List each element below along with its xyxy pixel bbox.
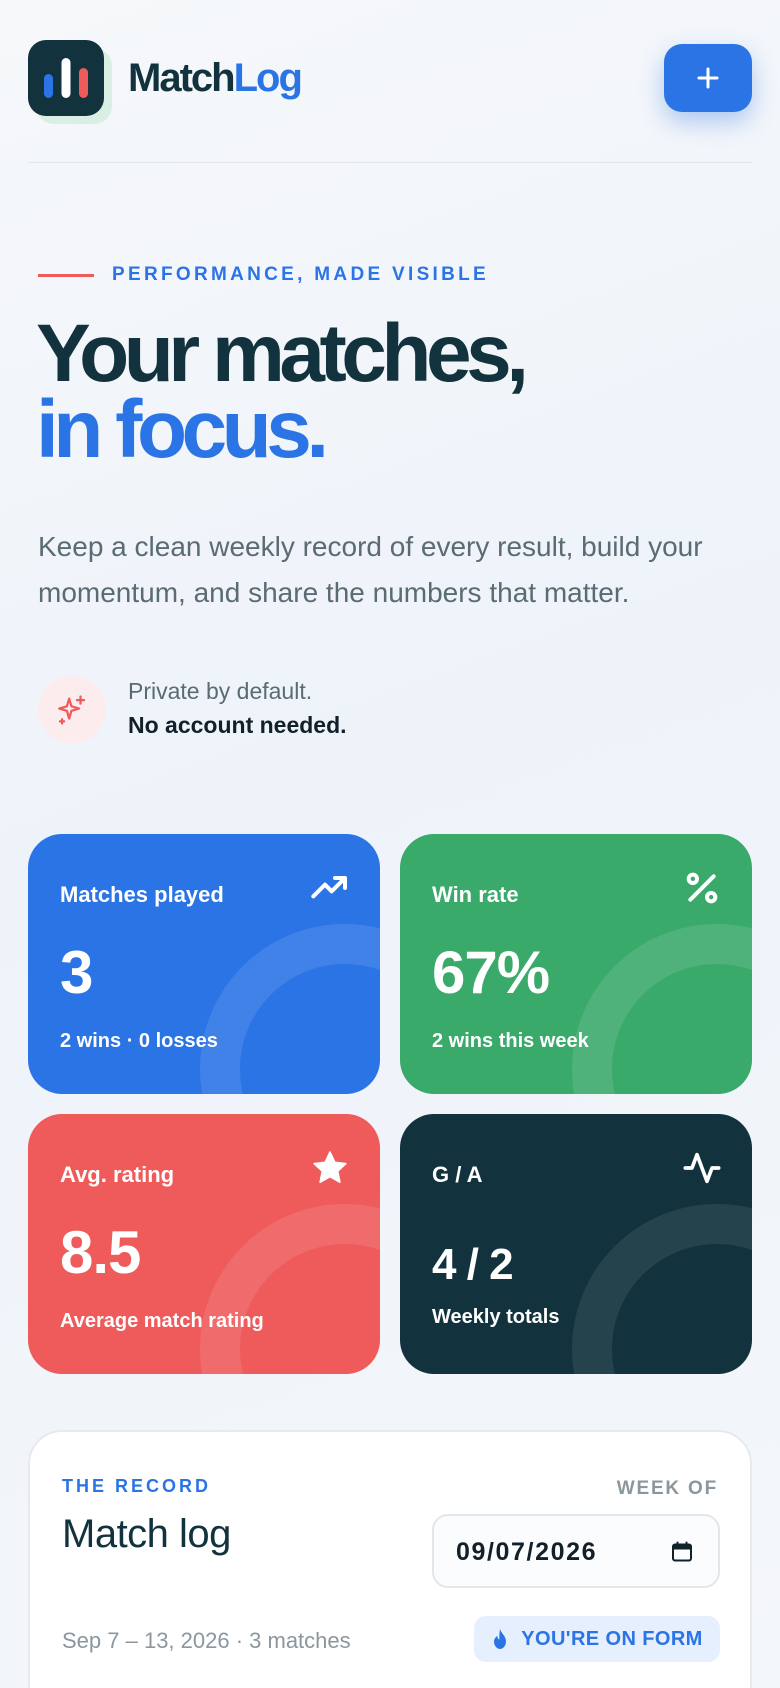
stat-label: Matches played bbox=[60, 882, 224, 907]
sparkles-icon bbox=[58, 695, 86, 725]
eyebrow-line bbox=[38, 273, 94, 277]
bar-chart-icon bbox=[44, 58, 88, 98]
week-label: WEEK OF bbox=[616, 1478, 718, 1499]
privacy-note: Private by default. No account needed. bbox=[38, 676, 638, 748]
stat-label: Win rate bbox=[432, 882, 519, 907]
match-log-panel: THE RECORD Match log WEEK OF Sep 7 – 13,… bbox=[28, 1430, 752, 1688]
stat-label: Avg. rating bbox=[60, 1162, 175, 1187]
stat-sub: Weekly totals bbox=[432, 1306, 560, 1328]
form-status-badge: YOU'RE ON FORM bbox=[474, 1616, 720, 1662]
activity-icon bbox=[683, 1152, 721, 1184]
card-decoration bbox=[572, 1204, 752, 1374]
form-status-text: YOU'RE ON FORM bbox=[521, 1627, 703, 1650]
brand-name: MatchLog bbox=[128, 54, 303, 102]
eyebrow-text: PERFORMANCE, MADE VISIBLE bbox=[112, 264, 490, 285]
headline-line-2: in focus. bbox=[36, 384, 329, 475]
app-header: MatchLog bbox=[28, 40, 752, 124]
logo-tile bbox=[28, 40, 104, 116]
privacy-line-2: No account needed. bbox=[128, 712, 347, 738]
app-logo bbox=[28, 40, 112, 124]
stat-value: 67% bbox=[432, 939, 550, 1006]
headline-line-1: Your matches, bbox=[36, 308, 529, 399]
stat-card-avg-rating: Avg. rating 8.5 Average match rating bbox=[28, 1114, 380, 1374]
brand-part-log: Log bbox=[233, 56, 303, 100]
privacy-line-1: Private by default. bbox=[128, 678, 313, 704]
stat-value: 3 bbox=[60, 939, 93, 1006]
calendar-icon[interactable] bbox=[670, 1540, 694, 1564]
stat-value: 4 / 2 bbox=[432, 1240, 514, 1289]
stat-label: G / A bbox=[432, 1162, 483, 1187]
add-match-button[interactable] bbox=[664, 44, 752, 112]
stat-card-goals-assists: G / A 4 / 2 Weekly totals bbox=[400, 1114, 752, 1374]
panel-title: Match log bbox=[62, 1512, 231, 1556]
star-icon bbox=[313, 1151, 347, 1183]
stat-sub: 2 wins · 0 losses bbox=[60, 1030, 218, 1052]
week-date-picker[interactable] bbox=[432, 1514, 720, 1588]
trending-up-icon bbox=[311, 876, 347, 899]
stat-value: 8.5 bbox=[60, 1219, 141, 1286]
card-decoration bbox=[200, 1204, 380, 1374]
card-decoration bbox=[200, 924, 380, 1094]
hero-lead: Keep a clean weekly record of every resu… bbox=[38, 531, 703, 608]
hero-headline: Your matches, in focus. bbox=[36, 308, 756, 475]
percent-icon bbox=[686, 872, 718, 904]
stat-sub: 2 wins this week bbox=[432, 1030, 589, 1052]
week-date-input[interactable] bbox=[456, 1536, 656, 1568]
header-divider bbox=[28, 162, 752, 163]
week-range-summary: Sep 7 – 13, 2026 · 3 matches bbox=[62, 1628, 351, 1653]
stat-card-win-rate: Win rate 67% 2 wins this week bbox=[400, 834, 752, 1094]
stat-card-matches-played: Matches played 3 2 wins · 0 losses bbox=[28, 834, 380, 1094]
plus-icon bbox=[697, 67, 719, 89]
stat-sub: Average match rating bbox=[60, 1310, 264, 1332]
brand-part-match: Match bbox=[128, 56, 236, 100]
flame-icon bbox=[494, 1629, 507, 1649]
panel-kicker: THE RECORD bbox=[62, 1476, 212, 1496]
card-decoration bbox=[572, 924, 752, 1094]
privacy-icon-badge bbox=[38, 676, 106, 744]
hero-eyebrow: PERFORMANCE, MADE VISIBLE bbox=[38, 262, 489, 288]
